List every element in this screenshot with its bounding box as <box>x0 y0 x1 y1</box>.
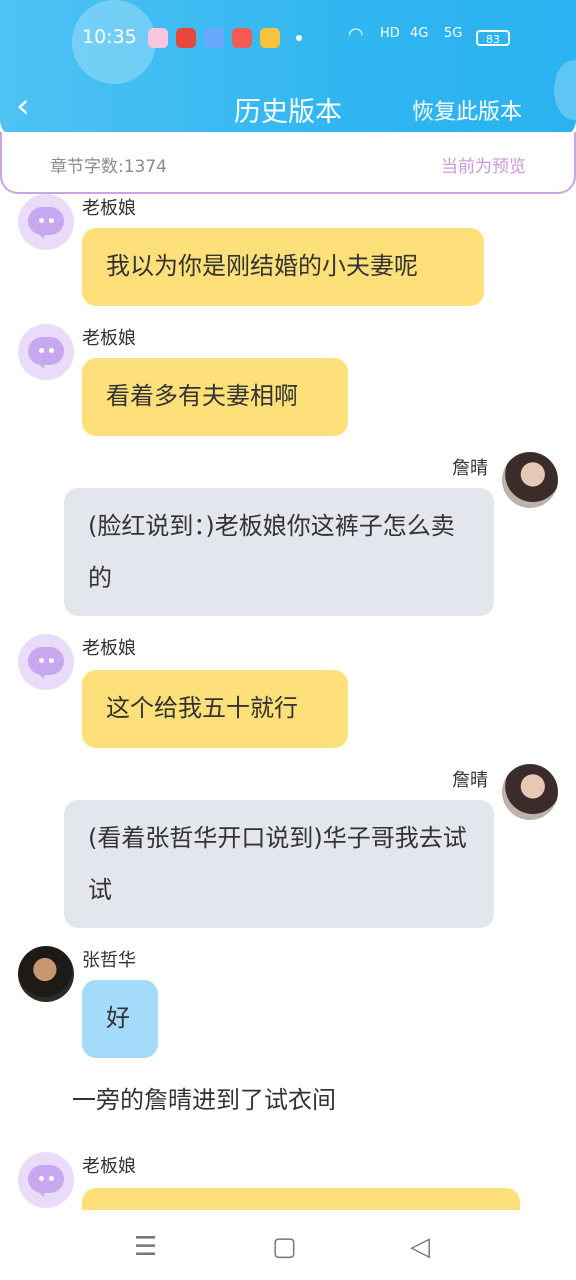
avatar-laobanniang[interactable] <box>18 324 74 380</box>
avatar-zhangzhehua[interactable] <box>18 946 74 1002</box>
avatar-zhanqing[interactable] <box>502 764 558 820</box>
weibo-icon <box>260 28 280 48</box>
back-triangle-icon[interactable]: ◁ <box>410 1232 430 1262</box>
nav-bar: ‹ 历史版本 恢复此版本 <box>0 76 576 138</box>
network-2-icon: 5G <box>444 26 463 41</box>
system-navigation-bar: ☰ ▢ ◁ <box>0 1210 576 1280</box>
app-notification-icon <box>148 28 168 48</box>
chat-bubble[interactable]: 我以为你是刚结婚的小夫妻呢 <box>82 228 484 306</box>
narration-text: 一旁的詹晴进到了试衣间 <box>72 1086 336 1114</box>
chat-bubble-face-icon <box>28 647 64 679</box>
chat-bubble[interactable]: (看着张哲华开口说到)华子哥我去试试 <box>64 800 494 928</box>
chat-bubble[interactable]: 这个给我五十就行 <box>82 670 348 748</box>
status-time: 10:35 <box>82 26 137 48</box>
avatar-laobanniang[interactable] <box>18 1152 74 1208</box>
restore-version-button[interactable]: 恢复此版本 <box>412 94 522 126</box>
avatar-laobanniang[interactable] <box>18 634 74 690</box>
more-notifications-dot <box>296 35 302 41</box>
speaker-name: 詹晴 <box>452 458 488 479</box>
speaker-name: 詹晴 <box>452 770 488 791</box>
speaker-name: 老板娘 <box>82 198 136 219</box>
menu-icon[interactable]: ☰ <box>134 1232 157 1262</box>
avatar-zhanqing[interactable] <box>502 452 558 508</box>
status-bar: 10:35 ◠ HD 4G 5G 83 <box>0 0 576 76</box>
chapter-info-bar: 章节字数:1374 当前为预览 <box>0 132 576 194</box>
app-notification-icon <box>204 28 224 48</box>
chat-list[interactable]: 老板娘 我以为你是刚结婚的小夫妻呢 老板娘 看着多有夫妻相啊 詹晴 (脸红说到：… <box>0 194 576 1210</box>
app-notification-icon <box>176 28 196 48</box>
speaker-name: 老板娘 <box>82 1156 136 1177</box>
chat-bubble[interactable] <box>82 1188 520 1210</box>
wifi-icon: ◠ <box>348 24 364 45</box>
network-1-icon: 4G <box>410 26 429 41</box>
word-count: 章节字数:1374 <box>50 157 167 177</box>
app-notification-icon <box>232 28 252 48</box>
app-header: 10:35 ◠ HD 4G 5G 83 ‹ 历史版本 恢复此版本 <box>0 0 576 138</box>
home-square-icon[interactable]: ▢ <box>272 1232 297 1262</box>
avatar-laobanniang[interactable] <box>18 194 74 250</box>
chat-bubble[interactable]: 好 <box>82 980 158 1058</box>
speaker-name: 张哲华 <box>82 950 136 971</box>
preview-status: 当前为预览 <box>441 157 526 177</box>
chat-bubble-face-icon <box>28 207 64 239</box>
chat-bubble-face-icon <box>28 1165 64 1197</box>
chat-bubble[interactable]: (脸红说到：)老板娘你这裤子怎么卖的 <box>64 488 494 616</box>
battery-icon: 83 <box>476 30 510 46</box>
speaker-name: 老板娘 <box>82 328 136 349</box>
speaker-name: 老板娘 <box>82 638 136 659</box>
chat-bubble[interactable]: 看着多有夫妻相啊 <box>82 358 348 436</box>
hd-icon: HD <box>380 26 400 41</box>
chat-bubble-face-icon <box>28 337 64 369</box>
